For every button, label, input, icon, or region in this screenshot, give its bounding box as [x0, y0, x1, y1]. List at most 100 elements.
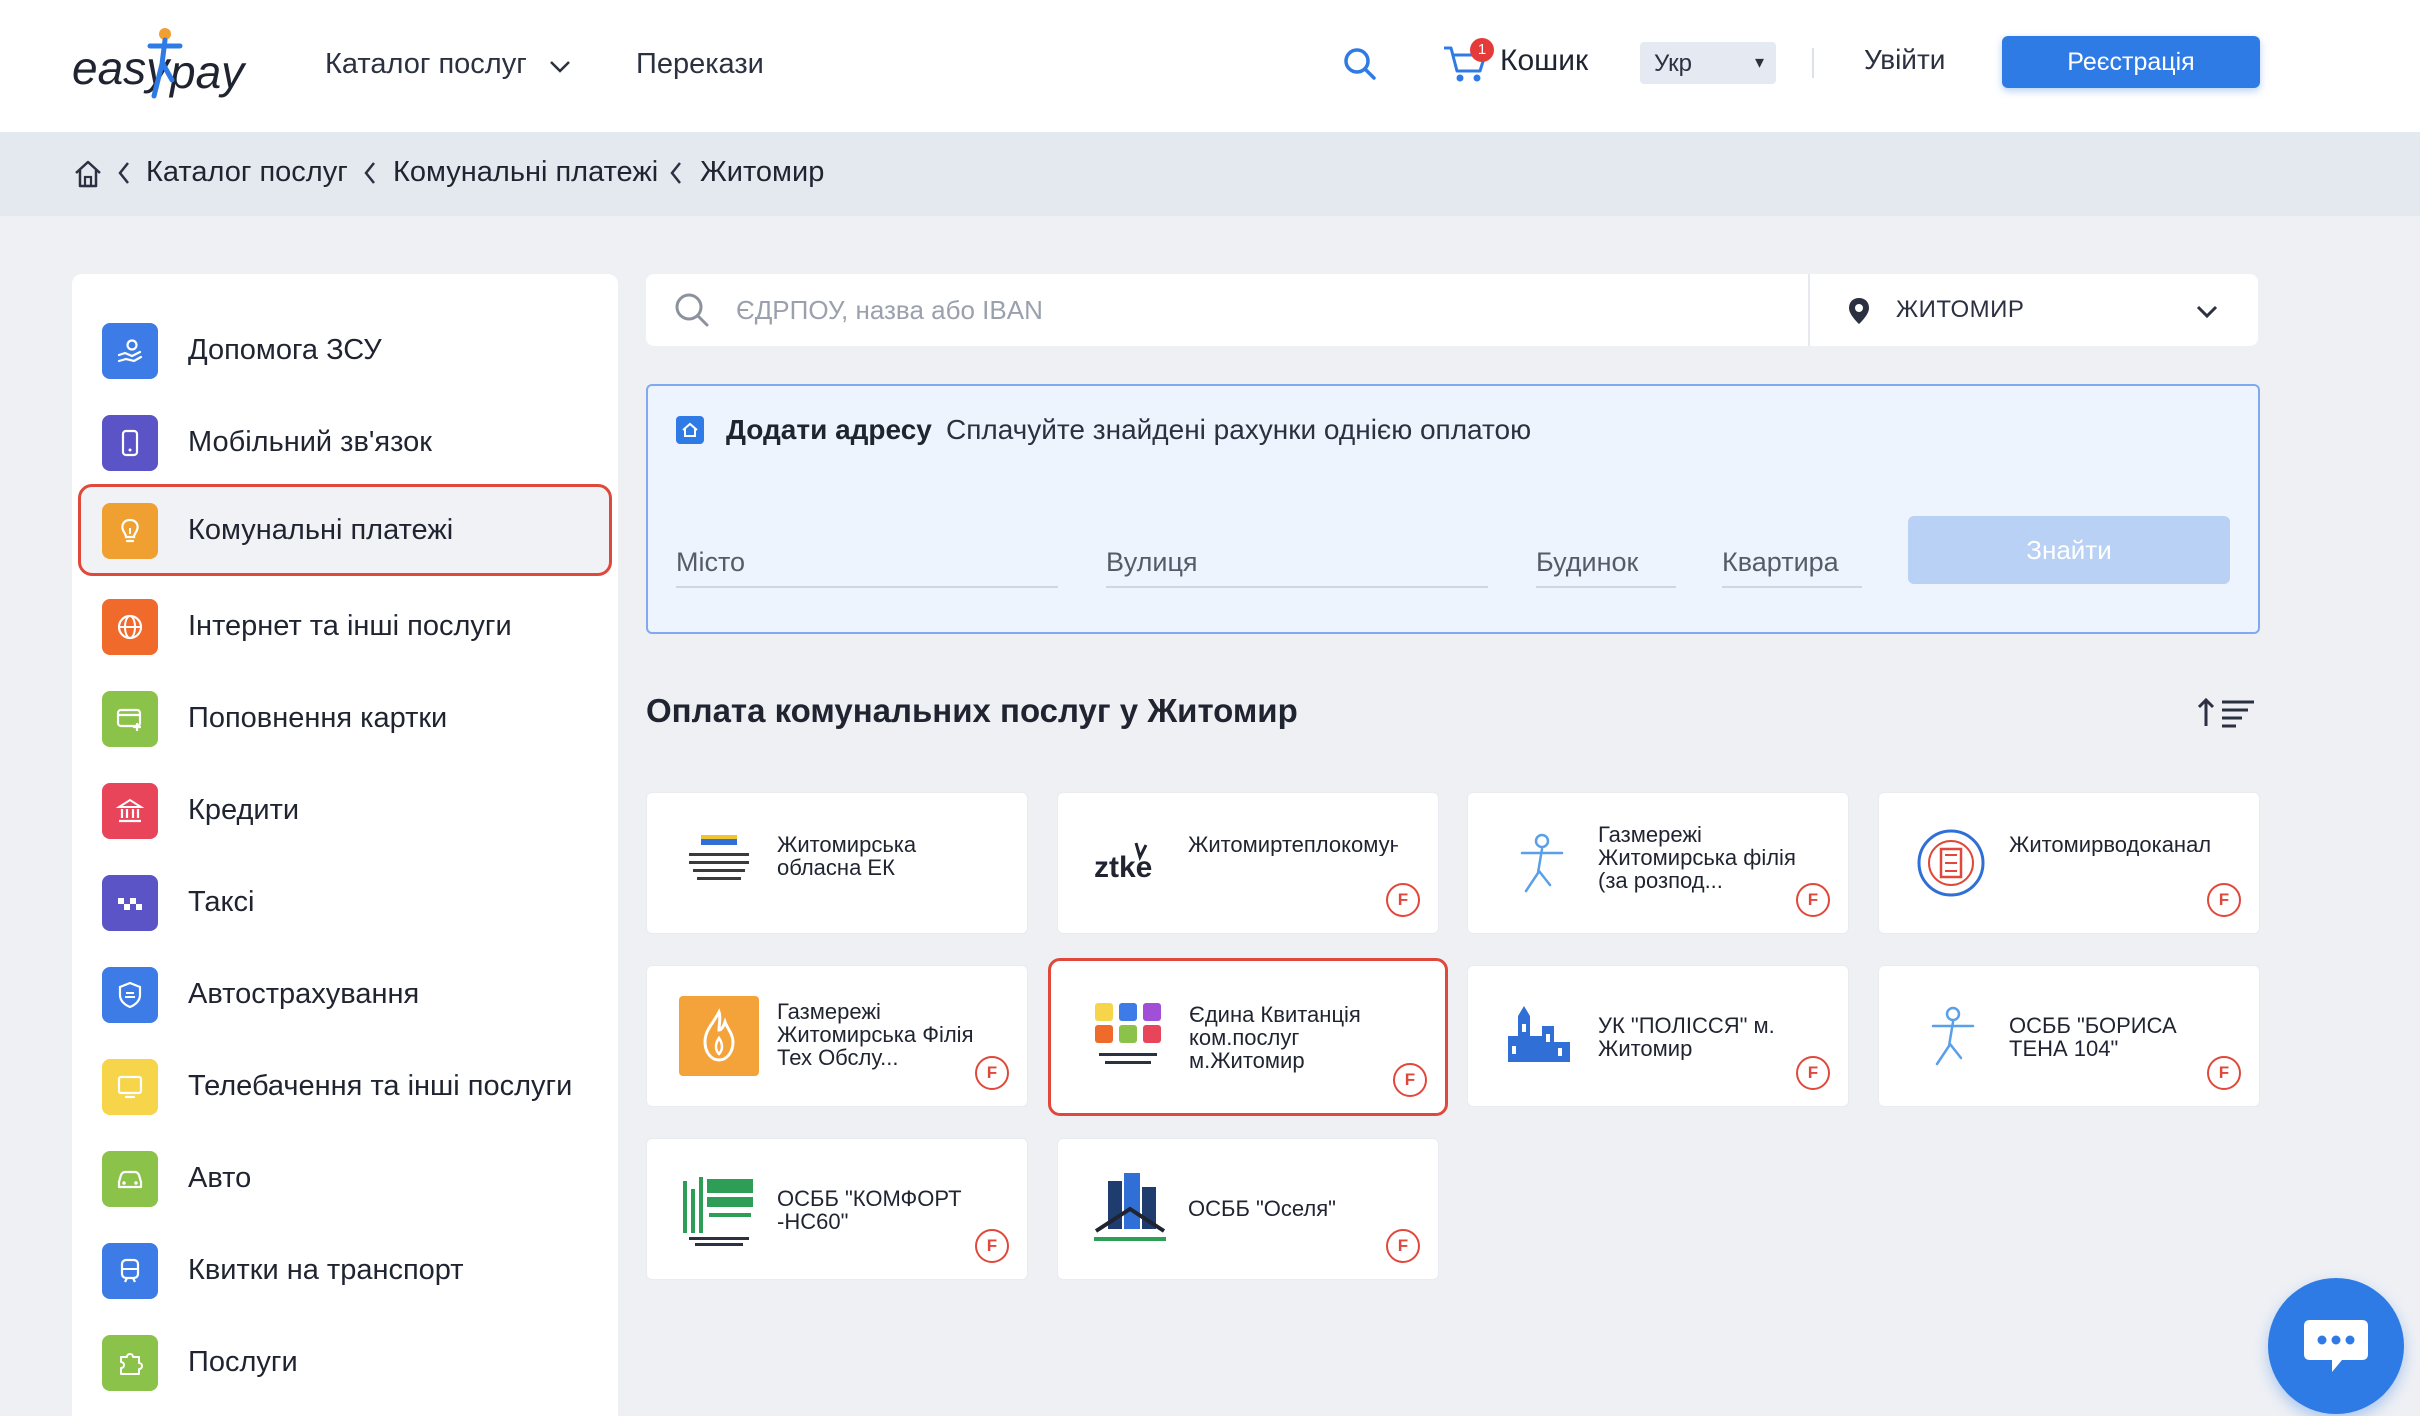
fee-badge: F [975, 1229, 1009, 1263]
sidebar-item-auto-insurance[interactable]: Автострахування [72, 948, 618, 1040]
provider-card[interactable]: Єдина Квитанція ком.послуг м.Житомир F [1048, 958, 1448, 1116]
person-star-logo [1500, 823, 1580, 903]
bank-icon [102, 783, 158, 839]
language-select[interactable]: Укр ▾ [1640, 42, 1776, 84]
sidebar-item-label: Послуги [188, 1346, 298, 1378]
car-icon [102, 1151, 158, 1207]
header-divider [1812, 48, 1814, 78]
sidebar-item-mobile[interactable]: Мобільний зв'язок [72, 396, 618, 488]
chat-support-button[interactable] [2268, 1278, 2404, 1414]
sidebar-item-tv[interactable]: Телебачення та інші послуги [72, 1040, 618, 1132]
city-field[interactable] [676, 540, 1058, 584]
cart-count-badge: 1 [1470, 38, 1494, 62]
provider-card[interactable]: ОСББ "Оселя" F [1057, 1138, 1439, 1280]
city-selector-value[interactable]: ЖИТОМИР [1896, 296, 2024, 324]
car-shield-icon [102, 967, 158, 1023]
breadcrumb: Каталог послуг Комунальні платежі Житоми… [0, 132, 2420, 216]
edyna-kvytantsia-logo [1089, 997, 1169, 1077]
sidebar-item-label: Комунальні платежі [188, 514, 454, 546]
person-star-logo [1911, 996, 1991, 1076]
chevron-left-icon [362, 160, 378, 193]
home-icon[interactable] [72, 158, 104, 190]
sidebar-item-label: Квитки на транспорт [188, 1254, 464, 1286]
street-field-wrapper [1106, 540, 1488, 588]
top-header: easy pay Каталог послуг Перекази 1 Кошик… [0, 0, 2420, 132]
add-address-subtitle: Сплачуйте знайдені рахунки однією оплато… [946, 414, 1532, 445]
sidebar-item-card-topup[interactable]: Поповнення картки [72, 672, 618, 764]
caret-down-icon: ▾ [1754, 52, 1764, 72]
card-plus-icon [102, 691, 158, 747]
zhytomyr-oblenergo-logo [679, 823, 759, 903]
sidebar-item-internet[interactable]: Інтернет та інші послуги [72, 580, 618, 672]
provider-card[interactable]: Житомирська обласна ЕК [646, 792, 1028, 934]
sidebar-item-zsu-help[interactable]: Допомога ЗСУ [72, 304, 618, 396]
provider-name: ОСББ "КОМФОРТ -НС60" [777, 1187, 962, 1233]
language-value: Укр [1654, 50, 1693, 77]
sidebar-item-credits[interactable]: Кредити [72, 764, 618, 856]
chevron-down-icon[interactable] [2192, 296, 2222, 326]
provider-card[interactable]: УК "ПОЛІССЯ" м. Житомир F [1467, 965, 1849, 1107]
tv-icon [102, 1059, 158, 1115]
sidebar-item-auto[interactable]: Авто [72, 1132, 618, 1224]
sidebar-item-taxi[interactable]: Таксі [72, 856, 618, 948]
chevron-left-icon [116, 160, 132, 193]
breadcrumb-current-city: Житомир [700, 156, 825, 188]
sidebar-item-label: Телебачення та інші послуги [188, 1070, 573, 1102]
sidebar-item-utilities[interactable]: Комунальні платежі [78, 484, 612, 576]
provider-card[interactable]: Газмережі Житомирська філія (за розпод..… [1467, 792, 1849, 934]
nav-transfers[interactable]: Перекази [636, 44, 764, 84]
fee-badge: F [1796, 883, 1830, 917]
divider [1808, 274, 1810, 346]
hand-heart-icon [102, 323, 158, 379]
find-button[interactable]: Знайти [1908, 516, 2230, 584]
provider-name: Газмережі Житомирська Філія Тех Обслу... [777, 1000, 974, 1070]
nav-catalog[interactable]: Каталог послуг [325, 44, 571, 85]
sidebar-item-label: Таксі [188, 886, 255, 918]
provider-card[interactable]: ОСББ "БОРИСА ТЕНА 104" F [1878, 965, 2260, 1107]
apartment-field[interactable] [1722, 540, 1862, 584]
location-pin-icon [1846, 296, 1872, 326]
cart-label: Кошик [1500, 44, 1589, 77]
vodokanal-seal-logo [1911, 823, 1991, 903]
fee-badge: F [2207, 1056, 2241, 1090]
provider-name: Газмережі Житомирська філія (за розпод..… [1598, 823, 1796, 893]
provider-card[interactable]: Газмережі Житомирська Філія Тех Обслу...… [646, 965, 1028, 1107]
fee-badge: F [975, 1056, 1009, 1090]
provider-search-bar: ЖИТОМИР [646, 274, 2258, 346]
provider-card[interactable]: Житомирводоканал F [1878, 792, 2260, 934]
provider-card[interactable]: ztke Житомиртеплокомуненерго F [1057, 792, 1439, 934]
puzzle-icon [102, 1335, 158, 1391]
house-field-wrapper [1536, 540, 1676, 588]
apartment-field-wrapper [1722, 540, 1862, 588]
provider-name: ОСББ "БОРИСА ТЕНА 104" [2009, 1014, 2177, 1060]
search-icon[interactable] [1340, 44, 1380, 84]
register-button[interactable]: Реєстрація [2002, 36, 2260, 88]
globe-icon [102, 599, 158, 655]
svg-text:pay: pay [168, 46, 247, 98]
breadcrumb-catalog[interactable]: Каталог послуг [146, 156, 348, 189]
provider-card[interactable]: ОСББ "КОМФОРТ -НС60" F [646, 1138, 1028, 1280]
provider-search-input[interactable] [736, 288, 1616, 332]
easypay-logo[interactable]: easy pay [70, 24, 255, 110]
section-title: Оплата комунальних послуг у Житомир [646, 692, 1298, 729]
house-field[interactable] [1536, 540, 1676, 584]
breadcrumb-utilities[interactable]: Комунальні платежі [393, 156, 658, 189]
sidebar-item-services[interactable]: Послуги [72, 1316, 618, 1408]
sidebar-item-label: Мобільний зв'язок [188, 426, 432, 458]
street-field[interactable] [1106, 540, 1488, 584]
add-address-panel: Додати адресу Сплачуйте знайдені рахунки… [646, 384, 2260, 634]
taxi-icon [102, 875, 158, 931]
fee-badge: F [1386, 1229, 1420, 1263]
sidebar-item-label: Автострахування [188, 978, 420, 1010]
sort-icon[interactable] [2196, 692, 2260, 732]
chat-icon [2304, 1320, 2368, 1372]
chevron-left-icon [668, 160, 684, 193]
sidebar-item-label: Авто [188, 1162, 252, 1194]
fee-badge: F [1386, 883, 1420, 917]
fee-badge: F [1393, 1063, 1427, 1097]
osbb-oselia-logo [1090, 1169, 1170, 1249]
sidebar-item-transport-tickets[interactable]: Квитки на транспорт [72, 1224, 618, 1316]
login-link[interactable]: Увійти [1864, 44, 1945, 76]
provider-name: Житомиртеплокомуненерго [1188, 833, 1398, 856]
provider-name: ОСББ "Оселя" [1188, 1197, 1336, 1220]
